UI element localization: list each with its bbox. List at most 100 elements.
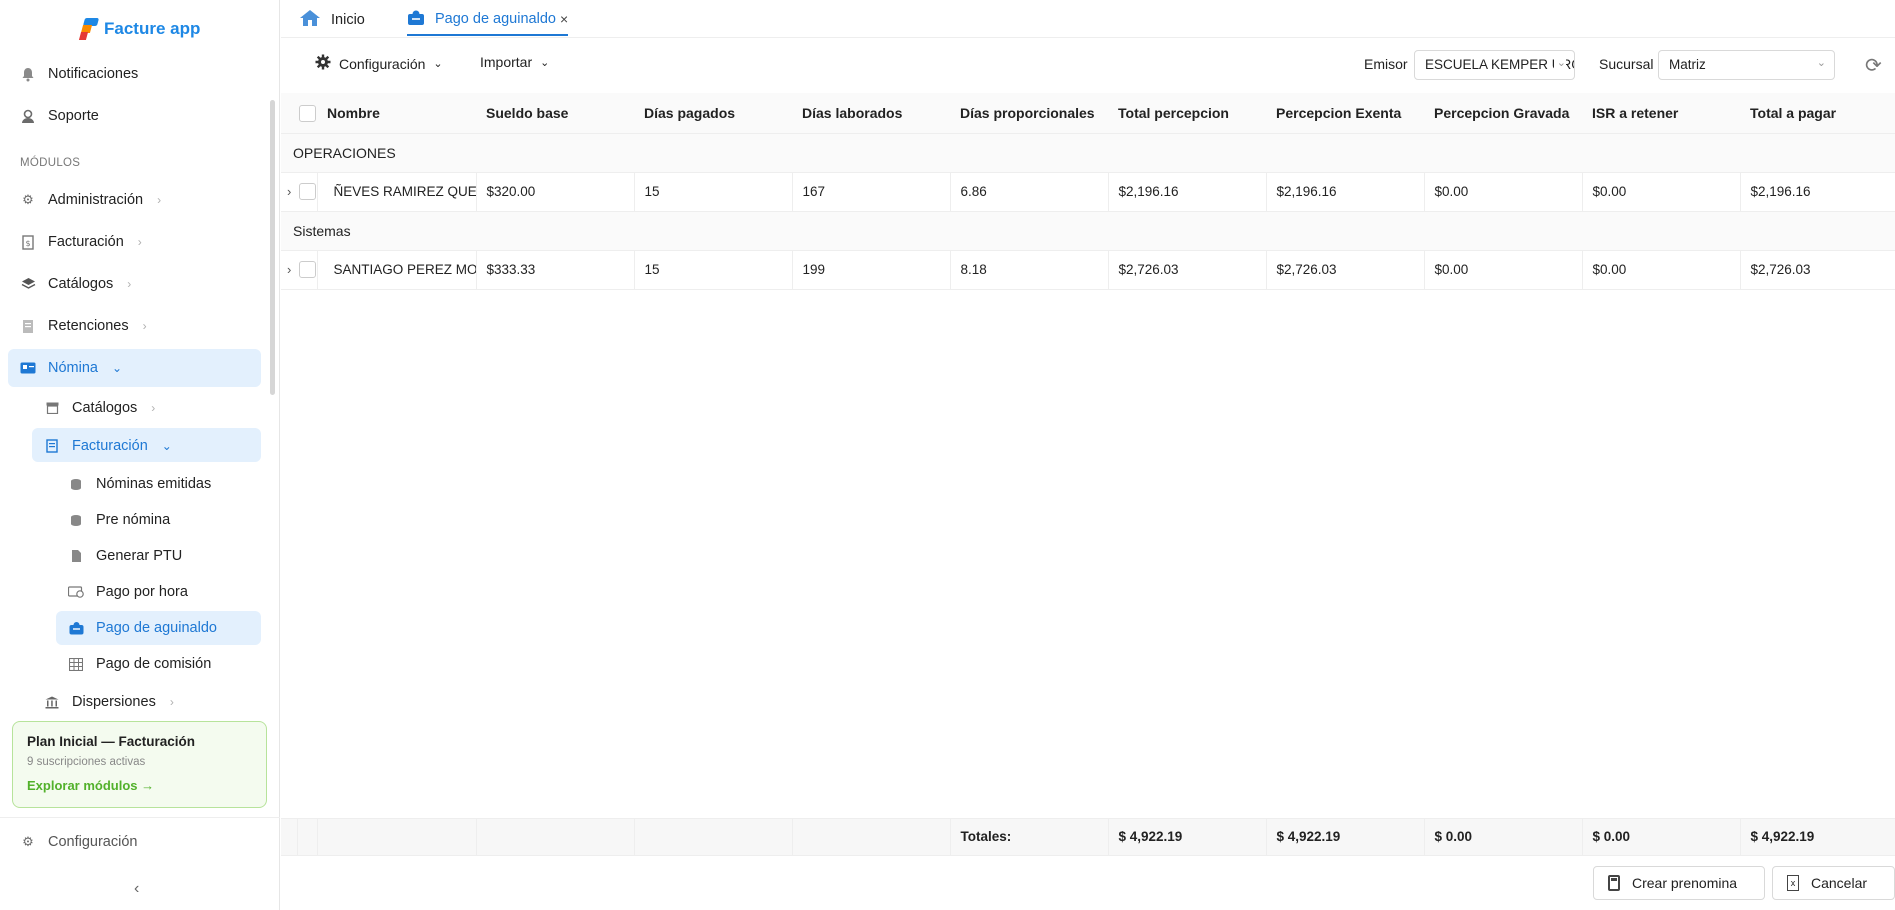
- home-icon: [299, 9, 321, 31]
- tab-label: Pago de aguinaldo: [435, 11, 556, 27]
- chevron-right-icon: ›: [127, 277, 132, 291]
- cell-total-a-pagar: $2,726.03: [1740, 250, 1895, 290]
- sidebar-item-facturacion[interactable]: $ Facturación ›: [20, 230, 142, 254]
- cell-total-percepcion: $2,196.16: [1108, 172, 1267, 212]
- sidebar-item-pre-nomina[interactable]: Pre nómina: [68, 508, 170, 532]
- sidebar-scrollbar[interactable]: [270, 100, 275, 395]
- chevron-right-icon: ›: [169, 695, 174, 709]
- sucursal-label: Sucursal: [1599, 56, 1654, 72]
- cancelar-button[interactable]: x Cancelar: [1772, 866, 1895, 900]
- app-logo[interactable]: Facture app: [78, 18, 200, 40]
- sidebar-item-notificaciones[interactable]: Notificaciones: [20, 62, 138, 86]
- sidebar-item-dispersiones[interactable]: Dispersiones ›: [44, 690, 174, 714]
- column-header[interactable]: Total percepcion: [1108, 93, 1266, 134]
- import-dropdown-button[interactable]: Importar ⌄: [480, 54, 549, 70]
- table-header-row: Nombre Sueldo base Días pagados Días lab…: [281, 93, 1895, 134]
- sidebar-item-label: Pago de comisión: [96, 656, 212, 672]
- chevron-down-icon: ⌄: [1553, 56, 1566, 69]
- sidebar-item-label: Soporte: [48, 108, 99, 124]
- table-row[interactable]: › ÑEVES RAMIREZ QUEZADA $320.00 15 167 6…: [281, 172, 1895, 212]
- chevron-right-icon: ›: [142, 319, 147, 333]
- document-icon: [20, 318, 36, 334]
- database-icon: [68, 476, 84, 492]
- expand-row-icon[interactable]: ›: [281, 172, 297, 212]
- group-label: Sistemas: [281, 211, 1895, 251]
- sidebar-item-pago-de-comision[interactable]: Pago de comisión: [68, 652, 211, 676]
- row-checkbox[interactable]: [297, 172, 318, 212]
- sidebar-item-nomina[interactable]: Nómina ⌄: [20, 356, 122, 380]
- emisor-select[interactable]: ESCUELA KEMPER URGATE ⌄: [1414, 50, 1575, 80]
- section-label-modulos: MÓDULOS: [20, 157, 81, 169]
- sidebar-item-label: Pago por hora: [96, 584, 188, 600]
- chevron-down-icon: ⌄: [161, 439, 172, 453]
- crear-prenomina-button[interactable]: Crear prenomina: [1593, 866, 1765, 900]
- chevron-left-icon[interactable]: ‹: [134, 880, 139, 898]
- group-label: OPERACIONES: [281, 133, 1895, 173]
- sidebar-item-label: Nómina: [48, 360, 98, 376]
- column-header[interactable]: Sueldo base: [476, 93, 634, 134]
- expand-row-icon[interactable]: ›: [281, 250, 297, 290]
- plan-title: Plan Inicial — Facturación: [27, 734, 196, 749]
- group-row: OPERACIONES: [281, 133, 1895, 173]
- cell-total-percepcion: $2,726.03: [1108, 250, 1267, 290]
- gift-box-icon: [68, 620, 84, 636]
- cell-percepcion-gravada: $0.00: [1424, 250, 1583, 290]
- button-label: Crear prenomina: [1632, 875, 1738, 891]
- gear-icon: [315, 54, 331, 73]
- config-dropdown-button[interactable]: Configuración ⌄: [315, 54, 443, 73]
- total-isr-a-retener: $ 0.00: [1582, 819, 1741, 856]
- column-header[interactable]: ISR a retener: [1582, 93, 1740, 134]
- close-icon[interactable]: ×: [560, 11, 568, 27]
- gears-icon: ⚙: [22, 192, 34, 207]
- sidebar-item-nomina-facturacion[interactable]: Facturación ⌄: [44, 434, 172, 458]
- document-icon: [44, 438, 60, 454]
- divider: [0, 817, 280, 818]
- row-checkbox[interactable]: [297, 250, 318, 290]
- sidebar-item-label: Generar PTU: [96, 548, 183, 564]
- cell-sueldo-base: $333.33: [476, 250, 635, 290]
- tab-inicio[interactable]: Inicio: [299, 4, 365, 36]
- sidebar: Facture app Notificaciones Soporte MÓDUL…: [0, 0, 280, 910]
- sidebar-item-label: Notificaciones: [48, 66, 139, 82]
- sucursal-select[interactable]: Matriz ⌄: [1658, 50, 1835, 80]
- cell-dias-proporcionales: 6.86: [950, 172, 1109, 212]
- user-icon: [20, 108, 36, 124]
- emisor-label: Emisor: [1364, 56, 1408, 72]
- column-header[interactable]: Días pagados: [634, 93, 792, 134]
- sidebar-item-nomina-catalogos[interactable]: Catálogos ›: [44, 396, 155, 420]
- sidebar-item-configuracion[interactable]: ⚙ Configuración: [20, 830, 137, 854]
- table-row[interactable]: › SANTIAGO PEREZ MONTES $333.33 15 199 8…: [281, 250, 1895, 290]
- explore-modules-link[interactable]: Explorar módulos →: [27, 778, 252, 793]
- plan-card: Plan Inicial — Facturación 9 suscripcion…: [12, 721, 267, 808]
- payroll-table: Nombre Sueldo base Días pagados Días lab…: [281, 93, 1895, 853]
- sidebar-item-generar-ptu[interactable]: Generar PTU: [68, 544, 182, 568]
- sidebar-item-label: Facturación: [72, 438, 148, 454]
- grid-icon: [68, 656, 84, 672]
- column-header[interactable]: Total a pagar: [1740, 93, 1895, 134]
- gears-icon: ⚙: [22, 834, 34, 849]
- column-header[interactable]: Percepcion Gravada: [1424, 93, 1582, 134]
- chevron-right-icon: ›: [137, 235, 142, 249]
- column-header[interactable]: Nombre: [317, 93, 476, 134]
- sidebar-item-pago-por-hora[interactable]: Pago por hora: [68, 580, 188, 604]
- sidebar-item-label: Retenciones: [48, 318, 129, 334]
- sidebar-item-pago-de-aguinaldo[interactable]: Pago de aguinaldo: [68, 616, 217, 640]
- sidebar-item-label: Configuración: [48, 834, 138, 850]
- tab-label: Inicio: [331, 12, 365, 28]
- column-header[interactable]: Percepcion Exenta: [1266, 93, 1424, 134]
- refresh-icon[interactable]: ⟳: [1865, 53, 1882, 78]
- tab-pago-de-aguinaldo[interactable]: Pago de aguinaldo ×: [407, 4, 569, 36]
- sidebar-item-administracion[interactable]: ⚙ Administración ›: [20, 188, 161, 212]
- plan-subtitle: 9 suscripciones activas: [27, 756, 146, 768]
- sidebar-item-label: Dispersiones: [72, 694, 156, 710]
- select-all-checkbox[interactable]: [297, 93, 317, 134]
- totals-row: Totales: $ 4,922.19 $ 4,922.19 $ 0.00 $ …: [281, 818, 1895, 856]
- cell-isr-a-retener: $0.00: [1582, 172, 1741, 212]
- sidebar-item-retenciones[interactable]: Retenciones ›: [20, 314, 147, 338]
- sidebar-item-catalogos[interactable]: Catálogos ›: [20, 272, 131, 296]
- sidebar-item-nominas-emitidas[interactable]: Nóminas emitidas: [68, 472, 211, 496]
- cell-percepcion-exenta: $2,196.16: [1266, 172, 1425, 212]
- column-header[interactable]: Días laborados: [792, 93, 950, 134]
- column-header[interactable]: Días proporcionales: [950, 93, 1108, 134]
- sidebar-item-soporte[interactable]: Soporte: [20, 104, 99, 128]
